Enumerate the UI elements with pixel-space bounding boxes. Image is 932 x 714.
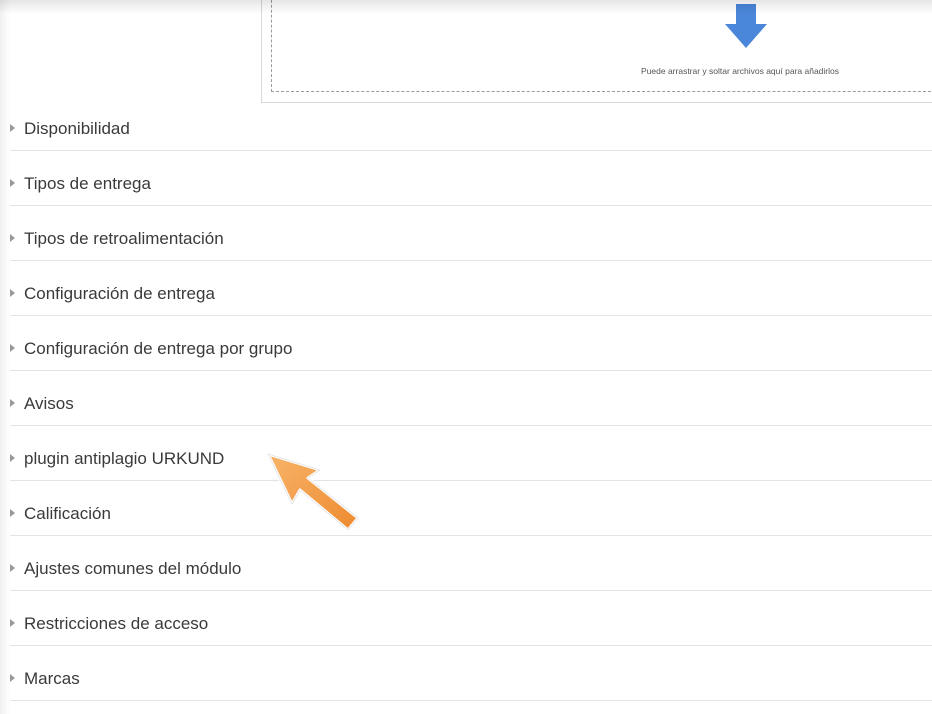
divider [10, 205, 932, 206]
section-calificacion[interactable]: Calificación [0, 488, 932, 543]
collapsed-caret-icon [10, 289, 15, 297]
divider [10, 370, 932, 371]
divider [10, 260, 932, 261]
collapsed-caret-icon [10, 674, 15, 682]
section-label: Disponibilidad [24, 119, 130, 138]
collapsed-caret-icon [10, 124, 15, 132]
section-plugin-antiplagio-urkund[interactable]: plugin antiplagio URKUND [0, 433, 932, 488]
section-label: Tipos de retroalimentación [24, 229, 224, 248]
section-label: Restricciones de acceso [24, 614, 209, 633]
section-configuracion-de-entrega-por-grupo[interactable]: Configuración de entrega por grupo [0, 323, 932, 378]
section-restricciones-de-acceso[interactable]: Restricciones de acceso [0, 598, 932, 653]
section-label: Tipos de entrega [24, 174, 151, 193]
divider [10, 590, 932, 591]
collapsed-caret-icon [10, 234, 15, 242]
collapsed-caret-icon [10, 179, 15, 187]
file-drop-zone[interactable] [271, 0, 932, 92]
section-marcas[interactable]: Marcas [0, 653, 932, 708]
section-label: plugin antiplagio URKUND [24, 449, 225, 468]
collapsed-caret-icon [10, 454, 15, 462]
section-label: Configuración de entrega [24, 284, 215, 303]
section-label: Avisos [24, 394, 74, 413]
settings-sections: Disponibilidad Tipos de entrega Tipos de… [0, 103, 932, 708]
divider [10, 535, 932, 536]
collapsed-caret-icon [10, 564, 15, 572]
section-label: Marcas [24, 669, 80, 688]
collapsed-caret-icon [10, 619, 15, 627]
divider [10, 480, 932, 481]
collapsed-caret-icon [10, 344, 15, 352]
collapsed-caret-icon [10, 399, 15, 407]
upload-arrow-icon [725, 4, 767, 48]
collapsed-caret-icon [10, 509, 15, 517]
section-avisos[interactable]: Avisos [0, 378, 932, 433]
divider [10, 425, 932, 426]
assignment-settings-page: Puede arrastrar y soltar archivos aquí p… [0, 0, 932, 714]
section-configuracion-de-entrega[interactable]: Configuración de entrega [0, 268, 932, 323]
section-disponibilidad[interactable]: Disponibilidad [0, 103, 932, 158]
section-ajustes-comunes-del-modulo[interactable]: Ajustes comunes del módulo [0, 543, 932, 598]
section-label: Calificación [24, 504, 111, 523]
divider [10, 315, 932, 316]
section-tipos-de-entrega[interactable]: Tipos de entrega [0, 158, 932, 213]
dropzone-hint: Puede arrastrar y soltar archivos aquí p… [641, 66, 839, 76]
section-label: Ajustes comunes del módulo [24, 559, 242, 578]
divider [10, 150, 932, 151]
divider [10, 700, 932, 701]
section-label: Configuración de entrega por grupo [24, 339, 293, 358]
section-tipos-de-retroalimentacion[interactable]: Tipos de retroalimentación [0, 213, 932, 268]
divider [10, 645, 932, 646]
